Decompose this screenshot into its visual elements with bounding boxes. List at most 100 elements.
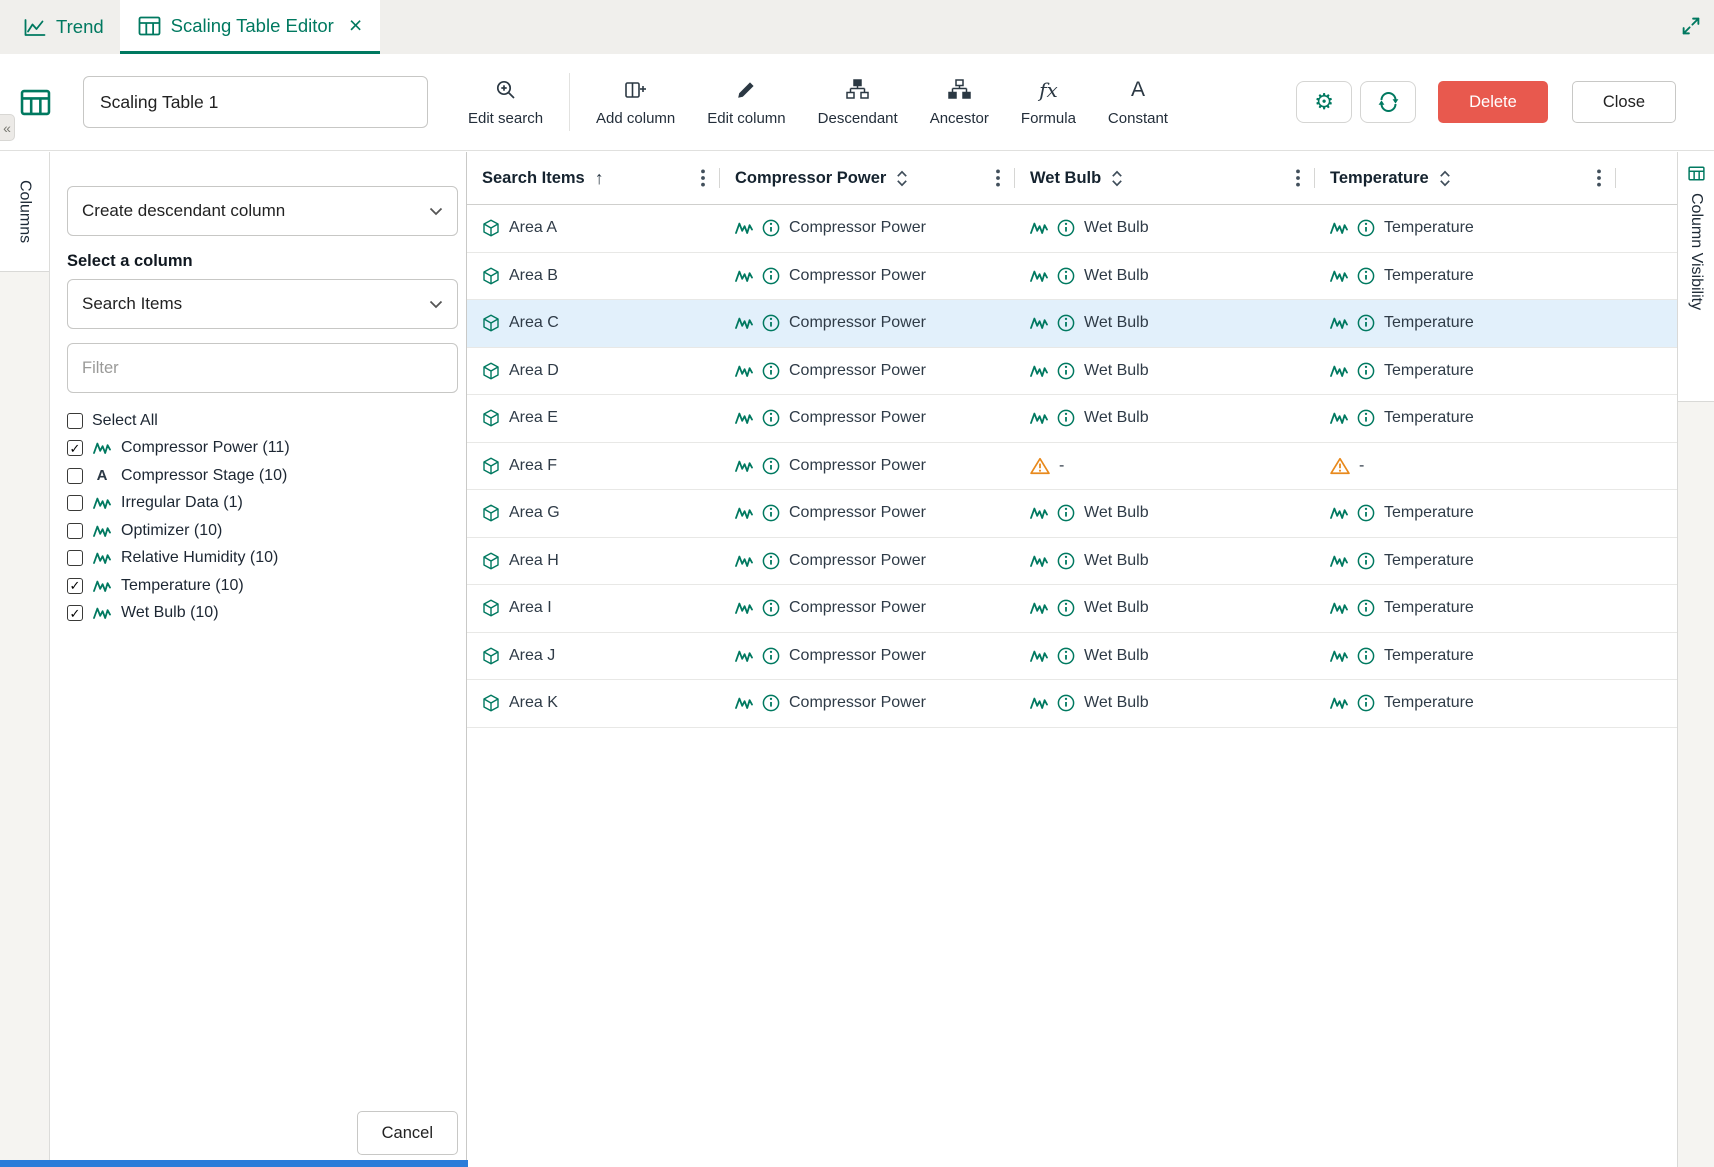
search-item-cell[interactable]: Area D [467, 348, 720, 395]
descendant-button[interactable]: Descendant [802, 78, 914, 127]
signal-cell[interactable]: Compressor Power [720, 490, 1015, 537]
checkbox[interactable] [67, 605, 83, 621]
info-icon[interactable] [762, 219, 780, 237]
sort-ascending-icon[interactable]: ↑ [595, 168, 604, 189]
table-row[interactable]: Area B Compressor Power Wet Bulb Tempera… [467, 253, 1677, 301]
signal-cell[interactable]: Wet Bulb [1015, 538, 1315, 585]
table-row[interactable]: Area A Compressor Power Wet Bulb Tempera… [467, 205, 1677, 253]
signal-cell[interactable]: Wet Bulb [1015, 205, 1315, 252]
info-icon[interactable] [1057, 219, 1075, 237]
table-row[interactable]: Area J Compressor Power Wet Bulb Tempera… [467, 633, 1677, 681]
info-icon[interactable] [762, 552, 780, 570]
table-row[interactable]: Area E Compressor Power Wet Bulb Tempera… [467, 395, 1677, 443]
sort-icon[interactable] [1111, 169, 1123, 188]
ancestor-button[interactable]: Ancestor [914, 78, 1005, 127]
signal-cell[interactable]: Compressor Power [720, 253, 1015, 300]
signal-cell[interactable]: Wet Bulb [1015, 633, 1315, 680]
column-visibility-tab[interactable]: Column Visibility [1678, 152, 1714, 402]
table-row[interactable]: Area K Compressor Power Wet Bulb Tempera… [467, 680, 1677, 728]
signal-cell[interactable]: Wet Bulb [1015, 395, 1315, 442]
info-icon[interactable] [1357, 314, 1375, 332]
search-item-cell[interactable]: Area K [467, 680, 720, 727]
info-icon[interactable] [762, 409, 780, 427]
columns-panel-tab[interactable]: Columns [0, 152, 49, 272]
signal-cell[interactable]: Temperature [1315, 395, 1616, 442]
signal-cell[interactable]: Temperature [1315, 205, 1616, 252]
column-header-temperature[interactable]: Temperature [1315, 152, 1616, 204]
info-icon[interactable] [1057, 409, 1075, 427]
info-icon[interactable] [1357, 219, 1375, 237]
select-all-row[interactable]: Select All [67, 407, 458, 435]
info-icon[interactable] [1057, 599, 1075, 617]
signal-cell[interactable]: Wet Bulb [1015, 490, 1315, 537]
info-icon[interactable] [1357, 599, 1375, 617]
info-icon[interactable] [762, 647, 780, 665]
signal-cell[interactable]: Temperature [1315, 348, 1616, 395]
column-mode-dropdown[interactable]: Create descendant column [67, 186, 458, 236]
signal-cell[interactable]: Compressor Power [720, 585, 1015, 632]
add-column-button[interactable]: Add column [580, 78, 691, 127]
info-icon[interactable] [762, 694, 780, 712]
signal-cell[interactable]: Wet Bulb [1015, 680, 1315, 727]
column-header-search-items[interactable]: Search Items ↑ [467, 152, 720, 204]
table-row[interactable]: Area G Compressor Power Wet Bulb Tempera… [467, 490, 1677, 538]
info-icon[interactable] [1357, 362, 1375, 380]
sort-icon[interactable] [1439, 169, 1451, 188]
edit-column-button[interactable]: Edit column [691, 78, 801, 127]
edit-search-button[interactable]: Edit search [452, 78, 559, 127]
search-item-cell[interactable]: Area H [467, 538, 720, 585]
signal-cell[interactable]: Compressor Power [720, 300, 1015, 347]
collapse-panel-handle[interactable]: « [0, 114, 15, 141]
checkbox[interactable] [67, 550, 83, 566]
checkbox[interactable] [67, 468, 83, 484]
info-icon[interactable] [1357, 267, 1375, 285]
info-icon[interactable] [762, 314, 780, 332]
column-menu-icon[interactable] [989, 165, 1007, 191]
info-icon[interactable] [1057, 647, 1075, 665]
sort-icon[interactable] [896, 169, 908, 188]
info-icon[interactable] [1057, 267, 1075, 285]
column-checkbox-item[interactable]: A Temperature (10) [67, 572, 458, 600]
info-icon[interactable] [1357, 647, 1375, 665]
signal-cell[interactable]: Compressor Power [720, 538, 1015, 585]
source-column-dropdown[interactable]: Search Items [67, 279, 458, 329]
settings-button[interactable]: ⚙ [1296, 81, 1352, 123]
column-checkbox-item[interactable]: A Relative Humidity (10) [67, 545, 458, 573]
search-item-cell[interactable]: Area I [467, 585, 720, 632]
signal-cell[interactable]: Temperature [1315, 253, 1616, 300]
column-menu-icon[interactable] [1590, 165, 1608, 191]
info-icon[interactable] [1057, 552, 1075, 570]
expand-icon[interactable] [1681, 16, 1701, 36]
table-row[interactable]: Area C Compressor Power Wet Bulb Tempera… [467, 300, 1677, 348]
column-header-wet-bulb[interactable]: Wet Bulb [1015, 152, 1315, 204]
delete-button[interactable]: Delete [1438, 81, 1548, 123]
cancel-button[interactable]: Cancel [357, 1111, 458, 1155]
signal-cell[interactable]: Temperature [1315, 538, 1616, 585]
table-row[interactable]: Area H Compressor Power Wet Bulb Tempera… [467, 538, 1677, 586]
info-icon[interactable] [762, 504, 780, 522]
search-item-cell[interactable]: Area G [467, 490, 720, 537]
column-checkbox-item[interactable]: A Compressor Power (11) [67, 435, 458, 463]
formula-button[interactable]: fx Formula [1005, 78, 1092, 127]
signal-cell[interactable]: Compressor Power [720, 395, 1015, 442]
column-menu-icon[interactable] [1289, 165, 1307, 191]
warning-icon[interactable] [1330, 457, 1350, 475]
column-menu-icon[interactable] [694, 165, 712, 191]
info-icon[interactable] [1057, 314, 1075, 332]
warning-cell[interactable]: - [1315, 443, 1616, 490]
signal-cell[interactable]: Compressor Power [720, 443, 1015, 490]
signal-cell[interactable]: Temperature [1315, 680, 1616, 727]
search-item-cell[interactable]: Area B [467, 253, 720, 300]
info-icon[interactable] [1057, 504, 1075, 522]
info-icon[interactable] [1357, 409, 1375, 427]
info-icon[interactable] [762, 457, 780, 475]
tab-trend[interactable]: Trend [8, 0, 120, 54]
column-checkbox-item[interactable]: A Optimizer (10) [67, 517, 458, 545]
warning-cell[interactable]: - [1015, 443, 1315, 490]
select-all-checkbox[interactable] [67, 413, 83, 429]
filter-input[interactable] [67, 343, 458, 393]
search-item-cell[interactable]: Area J [467, 633, 720, 680]
info-icon[interactable] [1357, 694, 1375, 712]
table-row[interactable]: Area I Compressor Power Wet Bulb Tempera… [467, 585, 1677, 633]
column-header-compressor-power[interactable]: Compressor Power [720, 152, 1015, 204]
